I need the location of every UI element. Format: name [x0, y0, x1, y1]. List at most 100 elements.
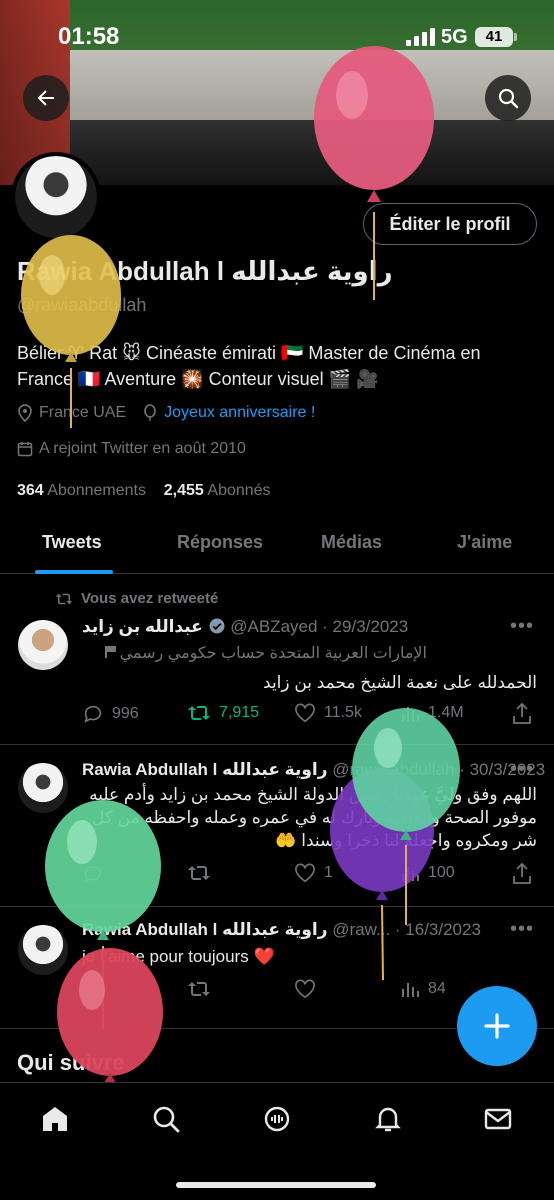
avatar-image: [15, 156, 97, 238]
bio-line-1: Bélier ♈ Rat 🐭 Cinéaste émirati 🇦🇪 Maste…: [17, 343, 481, 363]
compose-plus-icon: [484, 1013, 510, 1039]
tweet-author[interactable]: عبدالله بن زايد: [82, 617, 203, 636]
retweet-button[interactable]: [187, 863, 211, 883]
retweet-icon: [188, 982, 210, 996]
tweet-text: اللهم وفق وليَّ عهدنا رئيس الدولة الشيخ …: [89, 785, 537, 850]
profile-avatar[interactable]: [11, 152, 101, 242]
gov-label: الإمارات العربية المتحدة حساب حكومي رسمي: [82, 643, 427, 663]
tweet-actions: 996 7,915 11.5k 1.4M: [82, 703, 537, 731]
like-button[interactable]: 1: [294, 863, 333, 883]
reply-button[interactable]: 996: [82, 703, 139, 725]
home-icon: [43, 1107, 67, 1131]
joined-text: A rejoint Twitter en août 2010: [39, 440, 246, 457]
mail-icon: [484, 1108, 512, 1130]
status-bar: 01:58 5G 41: [0, 18, 554, 58]
more-options-icon[interactable]: •••: [510, 918, 534, 941]
followers-count: 2,455: [163, 482, 204, 499]
like-count: 1: [324, 864, 333, 881]
more-options-icon[interactable]: •••: [510, 615, 534, 638]
views-icon: [402, 867, 419, 881]
tweet-avatar[interactable]: [18, 620, 68, 670]
battery-icon: 41: [475, 27, 517, 47]
views-count: 100: [428, 864, 455, 881]
like-count: 11.5k: [324, 704, 362, 721]
tab-media[interactable]: Médias: [321, 532, 382, 553]
profile-meta-location: France UAE Joyeux anniversaire !: [17, 404, 315, 422]
location-icon: [18, 404, 32, 422]
tab-replies[interactable]: Réponses: [177, 532, 263, 553]
search-icon: [498, 88, 519, 109]
flag-icon: [105, 646, 117, 658]
back-arrow-icon: [37, 90, 54, 106]
tweet-avatar[interactable]: [18, 763, 68, 813]
verified-badge-icon: [209, 618, 225, 634]
tweet-header: عبدالله بن زايد @ABZayed · 29/3/2023: [82, 617, 408, 637]
like-button[interactable]: 11.5k: [294, 703, 362, 723]
views-count: 1.4M: [428, 704, 464, 721]
following-link[interactable]: 364 Abonnements: [17, 482, 146, 499]
retweet-count: 7,915: [219, 704, 260, 721]
home-indicator: [176, 1182, 376, 1188]
following-count: 364: [17, 482, 44, 499]
profile-bio: Bélier ♈ Rat 🐭 Cinéaste émirati 🇦🇪 Maste…: [17, 340, 537, 392]
nav-notifications[interactable]: [370, 1101, 406, 1137]
tweet-date: · 29/3/2023: [322, 617, 409, 636]
tab-indicator: [35, 570, 113, 574]
like-icon: [295, 979, 315, 999]
birthday-link[interactable]: Joyeux anniversaire !: [164, 404, 315, 422]
views-button[interactable]: 100: [400, 863, 455, 883]
views-button[interactable]: 1.4M: [400, 703, 464, 723]
more-options-icon[interactable]: •••: [510, 758, 534, 781]
edit-profile-button[interactable]: Éditer le profil: [363, 203, 537, 245]
tweet-author[interactable]: Rawia Abdullah l راوية عبدالله: [82, 760, 328, 779]
reply-icon: [84, 705, 102, 723]
tweet-actions: 1 100: [82, 863, 537, 891]
share-icon: [513, 703, 531, 724]
like-icon: [295, 863, 315, 883]
tweet-date: · 16/3/2023: [394, 920, 481, 939]
views-count: 84: [428, 980, 446, 997]
views-icon: [402, 983, 419, 997]
tweet-handle: @ABZayed: [230, 617, 318, 636]
profile-handle: @rawiaabdullah: [17, 295, 147, 315]
tweet-header: Rawia Abdullah l راوية عبدالله @rawiaabd…: [82, 760, 545, 780]
tweet-author[interactable]: Rawia Abdullah l راوية عبدالله: [82, 920, 328, 939]
profile-name: Rawia Abdullah l راوية عبدالله: [17, 256, 393, 286]
tweet-handle: @raw...: [332, 920, 391, 939]
tab-tweets[interactable]: Tweets: [42, 532, 102, 553]
profile-meta-joined: A rejoint Twitter en août 2010: [17, 440, 246, 458]
share-icon: [513, 863, 531, 884]
tweet-item[interactable]: عبدالله بن زايد @ABZayed · 29/3/2023 •••…: [0, 575, 554, 745]
bio-line-2: France 🇫🇷 Aventure 🎇 Conteur visuel 🎬 🎥: [17, 369, 379, 389]
tab-likes[interactable]: J'aime: [457, 532, 512, 553]
tweet-item[interactable]: Rawia Abdullah l راوية عبدالله @rawiaabd…: [0, 745, 554, 907]
profile-tabs: Tweets Réponses Médias J'aime: [0, 520, 554, 574]
retweet-button[interactable]: [187, 979, 211, 999]
bell-icon: [375, 1107, 401, 1132]
gov-label-text: الإمارات العربية المتحدة حساب حكومي رسمي: [119, 645, 427, 662]
followers-label: Abonnés: [207, 482, 271, 499]
reply-icon: [84, 865, 102, 883]
tweet-avatar[interactable]: [18, 925, 68, 975]
share-button[interactable]: [512, 863, 532, 885]
back-button[interactable]: [23, 75, 69, 121]
retweet-icon: [188, 706, 210, 720]
nav-spaces[interactable]: [259, 1101, 295, 1137]
retweet-icon: [188, 866, 210, 880]
status-time: 01:58: [58, 23, 120, 50]
like-button[interactable]: [294, 979, 316, 999]
balloon-icon: [144, 404, 156, 421]
search-button[interactable]: [485, 75, 531, 121]
compose-tweet-button[interactable]: [457, 986, 537, 1066]
retweet-button[interactable]: 7,915: [187, 703, 259, 723]
tweet-text: je t'aime pour toujours ❤️: [82, 947, 275, 966]
views-button[interactable]: 84: [400, 979, 446, 999]
like-icon: [295, 703, 315, 723]
nav-explore[interactable]: [148, 1101, 184, 1137]
nav-home[interactable]: [37, 1101, 73, 1137]
reply-button[interactable]: [82, 863, 104, 885]
share-button[interactable]: [512, 703, 532, 725]
tweet-handle: @rawiaabdullah: [332, 760, 455, 779]
nav-messages[interactable]: [480, 1101, 516, 1137]
followers-link[interactable]: 2,455 Abonnés: [164, 482, 271, 499]
